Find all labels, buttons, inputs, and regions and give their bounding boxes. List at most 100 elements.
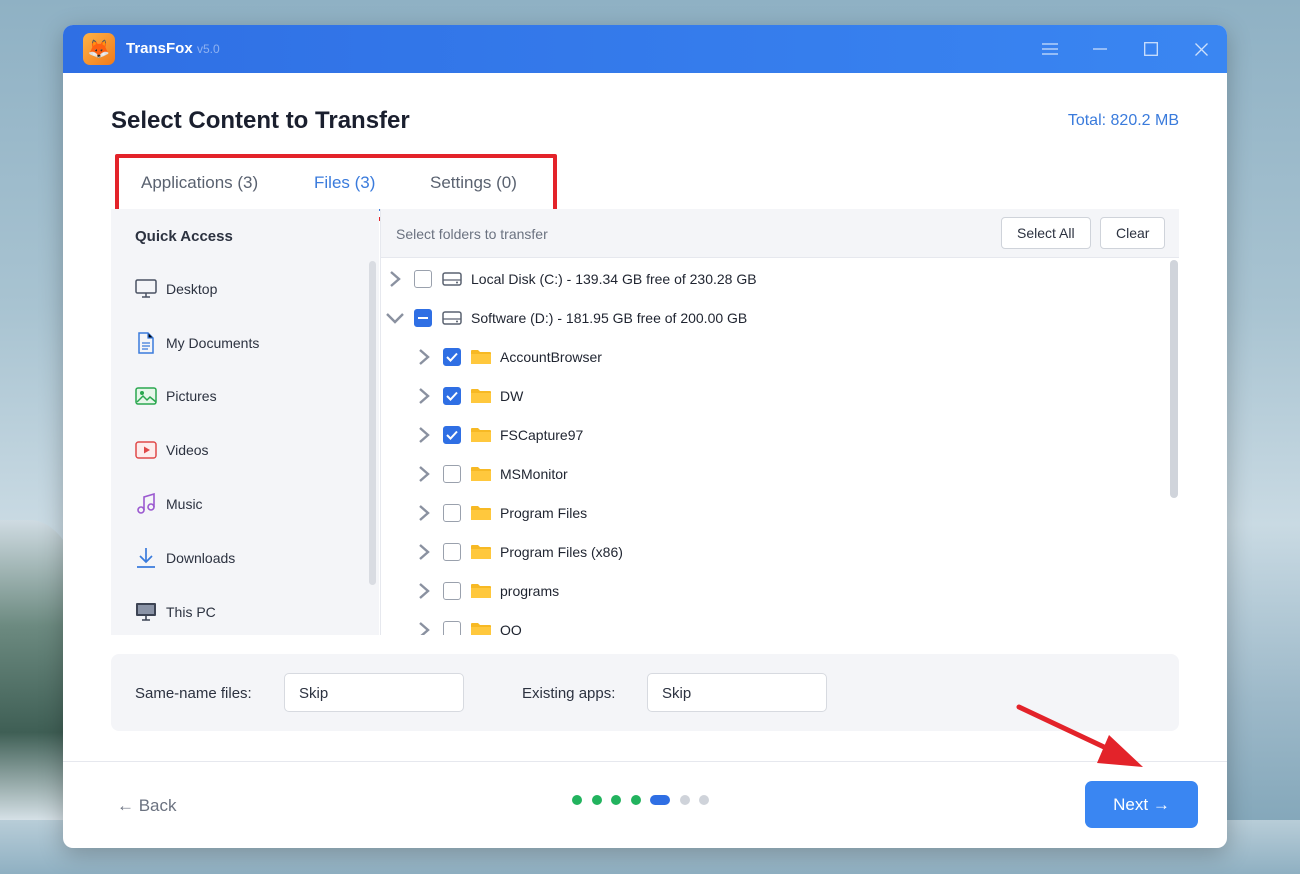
tab-bar: Applications (3) Files (3) Settings (0) [119,165,563,211]
menu-icon[interactable] [1036,35,1064,63]
page-title: Select Content to Transfer [111,107,410,134]
fox-logo-icon: 🦊 [83,33,115,65]
drive-name: Software (D:) [471,310,554,326]
clear-button[interactable]: Clear [1100,217,1166,249]
app-name: TransFox [126,40,193,57]
sidebar-item-music[interactable]: Music [135,492,203,516]
minimize-icon[interactable] [1086,35,1114,63]
tree-row-folder[interactable]: Program Files (x86) [413,538,623,566]
tree-row-folder[interactable]: DW [413,382,523,410]
existing-apps-label: Existing apps: [522,685,616,702]
folder-checkbox[interactable] [443,348,461,366]
hard-drive-icon [442,270,463,288]
sidebar-item-label: My Documents [166,335,260,351]
chevron-right-icon[interactable] [413,385,435,407]
back-button[interactable]: ← Back [117,796,177,816]
tree-row-drive[interactable]: Software (D:) - 181.95 GB free of 200.00… [384,304,747,332]
folder-checkbox[interactable] [443,387,461,405]
folder-name: AccountBrowser [500,349,602,365]
sidebar-item-desktop[interactable]: Desktop [135,277,217,301]
folder-name: Program Files [500,505,588,521]
chevron-right-icon[interactable] [413,580,435,602]
same-name-files-label: Same-name files: [135,685,252,702]
folder-icon [471,504,492,522]
folder-name: MSMonitor [500,466,568,482]
folder-icon [471,465,492,483]
existing-apps-select[interactable]: Skip [647,673,827,712]
select-all-button[interactable]: Select All [1001,217,1091,249]
folder-checkbox[interactable] [443,426,461,444]
sidebar-item-pictures[interactable]: Pictures [135,384,217,408]
transfer-options: Same-name files: Skip Existing apps: Ski… [111,654,1179,731]
tree-row-folder[interactable]: Program Files [413,499,587,527]
tree-row-folder[interactable]: AccountBrowser [413,343,602,371]
step-dot [611,795,621,805]
tree-row-folder[interactable]: QQ [413,616,522,635]
quick-access-sidebar: Quick Access Desktop My Documents Pictur… [111,209,379,635]
drive-checkbox[interactable] [414,270,432,288]
chevron-right-icon[interactable] [413,463,435,485]
tree-scrollbar-thumb[interactable] [1170,260,1178,498]
folder-checkbox[interactable] [443,504,461,522]
tab-applications[interactable]: Applications (3) [119,165,292,211]
close-icon[interactable] [1187,35,1215,63]
chevron-down-icon[interactable] [384,307,406,329]
footer-divider [63,761,1227,762]
maximize-icon[interactable] [1137,35,1165,63]
step-dot [572,795,582,805]
monitor-icon [135,278,157,300]
chevron-right-icon[interactable] [413,346,435,368]
tree-row-folder[interactable]: MSMonitor [413,460,568,488]
sidebar-scrollbar[interactable] [369,261,376,585]
sidebar-item-label: Videos [166,442,209,458]
drive-name: Local Disk (C:) [471,271,563,287]
tree-hint: Select folders to transfer [396,226,548,242]
computer-icon [135,601,157,623]
tab-files[interactable]: Files (3) [292,165,408,211]
app-version: v5.0 [197,42,220,56]
chevron-right-icon[interactable] [413,541,435,563]
tab-settings[interactable]: Settings (0) [408,165,563,211]
folder-checkbox[interactable] [443,465,461,483]
tree-row-drive[interactable]: Local Disk (C:) - 139.34 GB free of 230.… [384,265,757,293]
folder-tree-panel: Select folders to transfer Select All Cl… [380,209,1179,635]
tree-row-folder[interactable]: programs [413,577,559,605]
tree-scrollbar[interactable] [1168,258,1179,635]
step-indicator [572,795,719,805]
sidebar-item-label: Downloads [166,550,236,566]
step-dot [591,795,602,805]
chevron-right-icon[interactable] [413,619,435,635]
next-button[interactable]: Next → [1085,781,1198,828]
folder-checkbox[interactable] [443,582,461,600]
music-icon [135,493,157,515]
folder-checkbox[interactable] [443,621,461,635]
folder-icon [471,348,492,366]
step-dot [679,795,690,805]
folder-name: FSCapture97 [500,427,584,443]
sidebar-item-videos[interactable]: Videos [135,438,209,462]
sidebar-item-label: Music [166,496,203,512]
sidebar-item-my-documents[interactable]: My Documents [135,331,259,355]
download-icon [135,547,157,569]
sidebar-item-downloads[interactable]: Downloads [135,546,235,570]
chevron-right-icon[interactable] [413,502,435,524]
chevron-right-icon[interactable] [413,424,435,446]
content-panel: Quick Access Desktop My Documents Pictur… [111,209,1179,635]
folder-icon [471,582,492,600]
drive-checkbox[interactable] [414,309,432,327]
drive-details: - 139.34 GB free of 230.28 GB [562,271,757,287]
tree-clip: QQ [381,605,1167,635]
sidebar-title: Quick Access [135,228,233,245]
step-dot-current [650,795,670,805]
image-icon [135,385,157,407]
video-icon [135,439,157,461]
chevron-right-icon[interactable] [384,268,406,290]
folder-name: Program Files (x86) [500,544,623,560]
sidebar-item-this-pc[interactable]: This PC [135,600,216,624]
same-name-files-select[interactable]: Skip [284,673,464,712]
tree-row-folder[interactable]: FSCapture97 [413,421,583,449]
folder-checkbox[interactable] [443,543,461,561]
sidebar-item-label: This PC [166,604,216,620]
step-dot [630,795,641,805]
folder-icon [471,543,492,561]
